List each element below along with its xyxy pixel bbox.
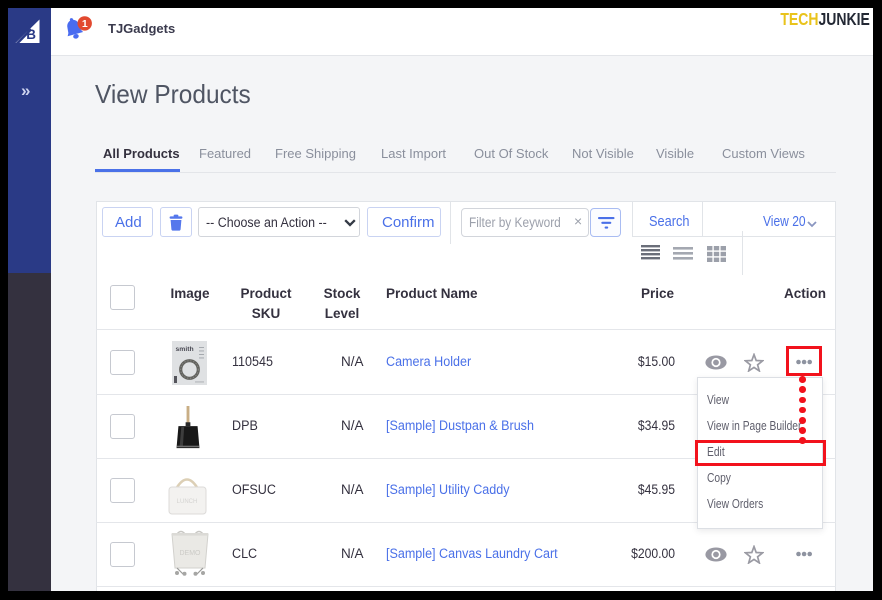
svg-text:smith: smith — [176, 346, 194, 353]
svg-text:1: 1 — [82, 18, 88, 30]
svg-text:B: B — [26, 27, 36, 42]
svg-text:LUNCH: LUNCH — [177, 499, 198, 505]
svg-text:DEMO: DEMO — [180, 550, 202, 557]
